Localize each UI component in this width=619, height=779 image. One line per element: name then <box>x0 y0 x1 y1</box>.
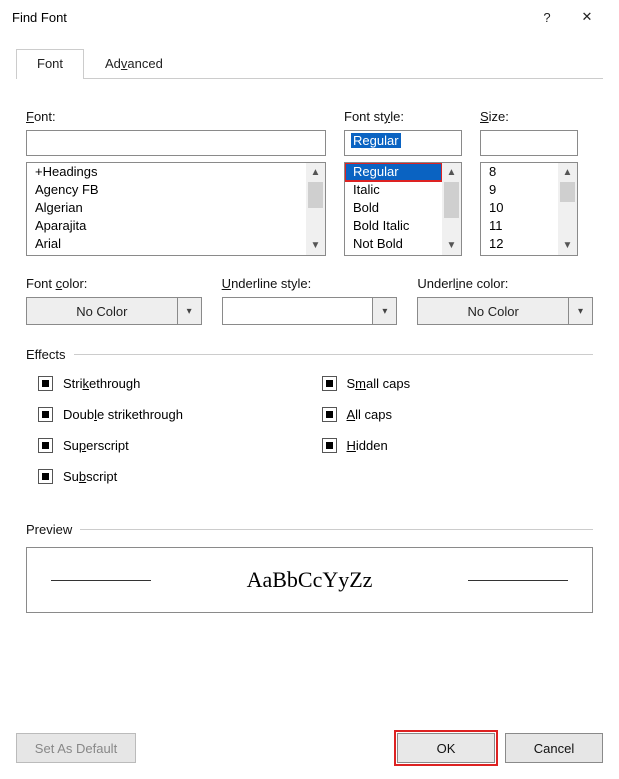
strikethrough-checkbox[interactable]: Strikethrough <box>38 376 310 391</box>
font-input[interactable] <box>26 130 326 156</box>
font-style-input[interactable]: Regular <box>344 130 462 156</box>
list-item[interactable]: Italic <box>345 181 442 199</box>
small-caps-checkbox[interactable]: Small caps <box>322 376 594 391</box>
tristate-icon <box>38 376 53 391</box>
tab-advanced[interactable]: Advanced <box>84 49 184 79</box>
chevron-down-icon[interactable]: ▾ <box>569 297 593 325</box>
preview-box: AaBbCcYyZz <box>26 547 593 613</box>
chevron-up-icon[interactable]: ▲ <box>442 163 461 182</box>
tab-pane-font: Font: +Headings Agency FB Algerian Apara… <box>16 79 603 621</box>
font-style-list[interactable]: Regular Italic Bold Bold Italic Not Bold… <box>344 162 462 256</box>
chevron-down-icon[interactable]: ▾ <box>373 297 397 325</box>
tristate-icon <box>38 438 53 453</box>
list-item[interactable]: +Headings <box>27 163 306 181</box>
preview-underline <box>51 580 151 581</box>
underline-color-label: Underline color: <box>417 276 593 291</box>
font-label: Font: <box>26 109 326 124</box>
list-item[interactable]: Bold <box>345 199 442 217</box>
font-color-combo[interactable]: No Color ▾ <box>26 297 202 325</box>
close-button[interactable]: ✕ <box>567 3 607 31</box>
font-list[interactable]: +Headings Agency FB Algerian Aparajita A… <box>26 162 326 256</box>
chevron-up-icon[interactable]: ▲ <box>558 163 577 182</box>
preview-header: Preview <box>26 522 593 537</box>
scrollbar[interactable]: ▲ ▼ <box>306 163 325 255</box>
tristate-icon <box>38 407 53 422</box>
preview-sample: AaBbCcYyZz <box>151 567 468 593</box>
ok-button[interactable]: OK <box>397 733 495 763</box>
tristate-icon <box>38 469 53 484</box>
list-item[interactable]: Algerian <box>27 199 306 217</box>
list-item[interactable]: Arial <box>27 235 306 253</box>
scrollbar[interactable]: ▲ ▼ <box>442 163 461 255</box>
chevron-down-icon[interactable]: ▼ <box>442 236 461 255</box>
underline-style-label: Underline style: <box>222 276 398 291</box>
help-icon: ? <box>543 10 550 25</box>
size-input[interactable] <box>480 130 578 156</box>
scrollbar[interactable]: ▲ ▼ <box>558 163 577 255</box>
size-label: Size: <box>480 109 578 124</box>
underline-style-combo[interactable]: ▾ <box>222 297 398 325</box>
font-style-label: Font style: <box>344 109 462 124</box>
superscript-checkbox[interactable]: Superscript <box>38 438 310 453</box>
chevron-up-icon[interactable]: ▲ <box>306 163 325 182</box>
underline-color-combo[interactable]: No Color ▾ <box>417 297 593 325</box>
chevron-down-icon[interactable]: ▼ <box>558 236 577 255</box>
list-item[interactable]: Bold Italic <box>345 217 442 235</box>
list-item[interactable]: 8 <box>481 163 558 181</box>
double-strikethrough-checkbox[interactable]: Double strikethrough <box>38 407 310 422</box>
list-item[interactable]: Not Bold <box>345 235 442 253</box>
dialog-title: Find Font <box>12 10 527 25</box>
tristate-icon <box>322 376 337 391</box>
all-caps-checkbox[interactable]: All caps <box>322 407 594 422</box>
list-item[interactable]: 12 <box>481 235 558 253</box>
close-icon: ✕ <box>582 9 593 25</box>
size-list[interactable]: 8 9 10 11 12 ▲ ▼ <box>480 162 578 256</box>
titlebar: Find Font ? ✕ <box>0 0 619 34</box>
list-item[interactable]: 11 <box>481 217 558 235</box>
effects-header: Effects <box>26 347 593 362</box>
font-color-label: Font color: <box>26 276 202 291</box>
tab-font[interactable]: Font <box>16 49 84 79</box>
help-button[interactable]: ? <box>527 3 567 31</box>
tristate-icon <box>322 407 337 422</box>
tristate-icon <box>322 438 337 453</box>
preview-underline <box>468 580 568 581</box>
list-item[interactable]: 9 <box>481 181 558 199</box>
tabs: Font Advanced <box>16 48 603 79</box>
hidden-checkbox[interactable]: Hidden <box>322 438 594 453</box>
chevron-down-icon[interactable]: ▾ <box>178 297 202 325</box>
chevron-down-icon[interactable]: ▼ <box>306 236 325 255</box>
list-item[interactable]: Agency FB <box>27 181 306 199</box>
list-item[interactable]: 10 <box>481 199 558 217</box>
list-item[interactable]: Regular <box>345 163 442 181</box>
subscript-checkbox[interactable]: Subscript <box>38 469 310 484</box>
cancel-button[interactable]: Cancel <box>505 733 603 763</box>
set-as-default-button[interactable]: Set As Default <box>16 733 136 763</box>
list-item[interactable]: Aparajita <box>27 217 306 235</box>
find-font-dialog: Find Font ? ✕ Font Advanced Font: +Headi… <box>0 0 619 779</box>
